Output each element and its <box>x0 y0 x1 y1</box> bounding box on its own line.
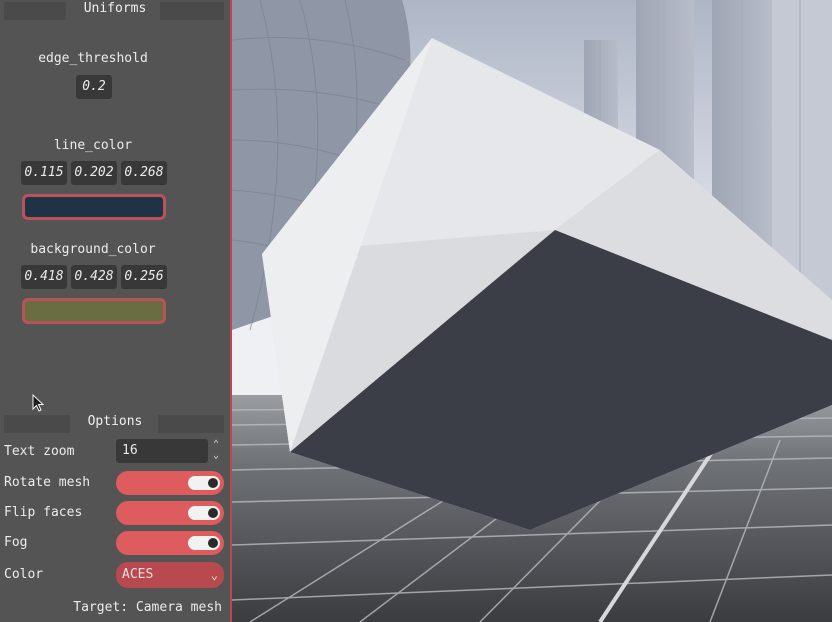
chevron-down-icon[interactable]: ⌄ <box>208 450 224 461</box>
text-zoom-input[interactable]: 16 <box>116 439 208 463</box>
toggle-knob <box>208 508 218 518</box>
color-select-value: ACES <box>122 567 154 582</box>
text-zoom-label: Text zoom <box>4 444 75 459</box>
line-color-r-input[interactable]: 0.115 <box>21 161 67 185</box>
options-header[interactable]: Options <box>0 413 230 433</box>
background-color-swatch[interactable] <box>22 298 166 324</box>
line-color-label: line_color <box>53 138 133 153</box>
flip-faces-label: Flip faces <box>4 505 83 520</box>
toggle-track <box>188 506 220 520</box>
background-color-r-input[interactable]: 0.418 <box>21 265 67 289</box>
flip-faces-toggle[interactable] <box>116 501 224 525</box>
uniforms-header[interactable]: Uniforms <box>0 0 230 20</box>
rotate-mesh-label: Rotate mesh <box>4 475 91 490</box>
fog-label: Fog <box>4 535 28 550</box>
background-color-label: background_color <box>30 242 156 257</box>
fog-toggle[interactable] <box>116 531 224 555</box>
text-zoom-stepper[interactable]: ⌃ ⌄ <box>208 439 224 463</box>
color-select[interactable]: ACES ⌄ <box>116 562 224 588</box>
uniforms-title: Uniforms <box>83 1 147 16</box>
options-title: Options <box>87 414 143 429</box>
toggle-track <box>188 536 220 550</box>
toggle-track <box>188 476 220 490</box>
line-color-g-input[interactable]: 0.202 <box>71 161 117 185</box>
mouse-cursor-icon <box>32 394 44 412</box>
toggle-knob <box>208 538 218 548</box>
toggle-knob <box>208 478 218 488</box>
target-text: Target: Camera mesh <box>73 600 222 615</box>
color-label: Color <box>4 567 44 582</box>
chevron-up-icon[interactable]: ⌃ <box>208 439 224 450</box>
line-color-b-input[interactable]: 0.268 <box>121 161 167 185</box>
edge-threshold-input[interactable]: 0.2 <box>76 75 112 99</box>
line-color-swatch[interactable] <box>22 194 166 220</box>
edge-threshold-label: edge_threshold <box>38 51 148 66</box>
rotate-mesh-toggle[interactable] <box>116 471 224 495</box>
background-color-g-input[interactable]: 0.428 <box>71 265 117 289</box>
uniforms-panel: Uniforms edge_threshold 0.2 line_color 0… <box>0 0 232 622</box>
background-color-b-input[interactable]: 0.256 <box>121 265 167 289</box>
chevron-down-icon: ⌄ <box>210 568 218 582</box>
